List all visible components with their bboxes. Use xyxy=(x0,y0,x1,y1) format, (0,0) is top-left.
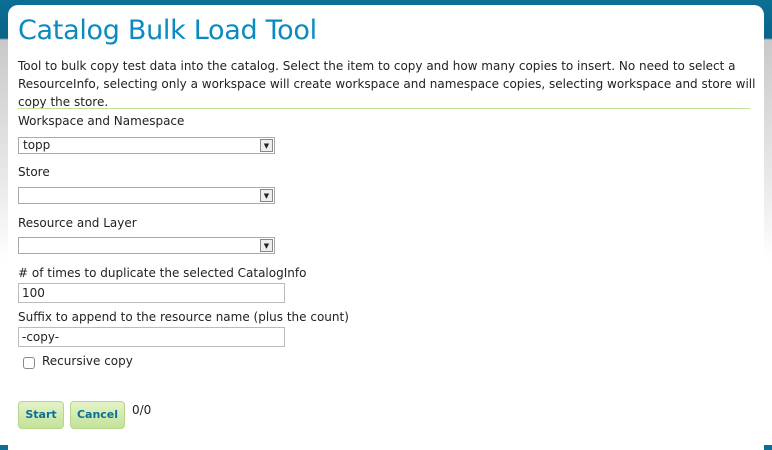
store-label: Store xyxy=(18,165,50,179)
workspace-select[interactable]: topp ▼ xyxy=(18,137,275,154)
chevron-down-icon: ▼ xyxy=(260,139,273,152)
workspace-label: Workspace and Namespace xyxy=(18,114,185,128)
times-input[interactable]: 100 xyxy=(18,283,285,303)
page-title: Catalog Bulk Load Tool xyxy=(18,15,317,46)
suffix-label: Suffix to append to the resource name (p… xyxy=(18,310,349,324)
resource-label: Resource and Layer xyxy=(18,216,137,230)
recursive-checkbox[interactable] xyxy=(23,357,35,369)
chevron-down-icon: ▼ xyxy=(260,239,273,252)
resource-select[interactable]: ▼ xyxy=(18,237,275,254)
times-label: # of times to duplicate the selected Cat… xyxy=(18,266,307,280)
start-button[interactable]: Start xyxy=(18,401,64,429)
workspace-value: topp xyxy=(23,138,51,152)
chevron-down-icon: ▼ xyxy=(260,189,273,202)
cancel-button[interactable]: Cancel xyxy=(70,401,125,429)
store-select[interactable]: ▼ xyxy=(18,187,275,204)
main-panel: Catalog Bulk Load Tool Tool to bulk copy… xyxy=(8,5,764,450)
recursive-label: Recursive copy xyxy=(42,354,133,368)
suffix-input[interactable]: -copy- xyxy=(18,327,285,347)
divider xyxy=(18,108,750,109)
page-description: Tool to bulk copy test data into the cat… xyxy=(18,59,756,109)
progress-text: 0/0 xyxy=(132,403,152,417)
